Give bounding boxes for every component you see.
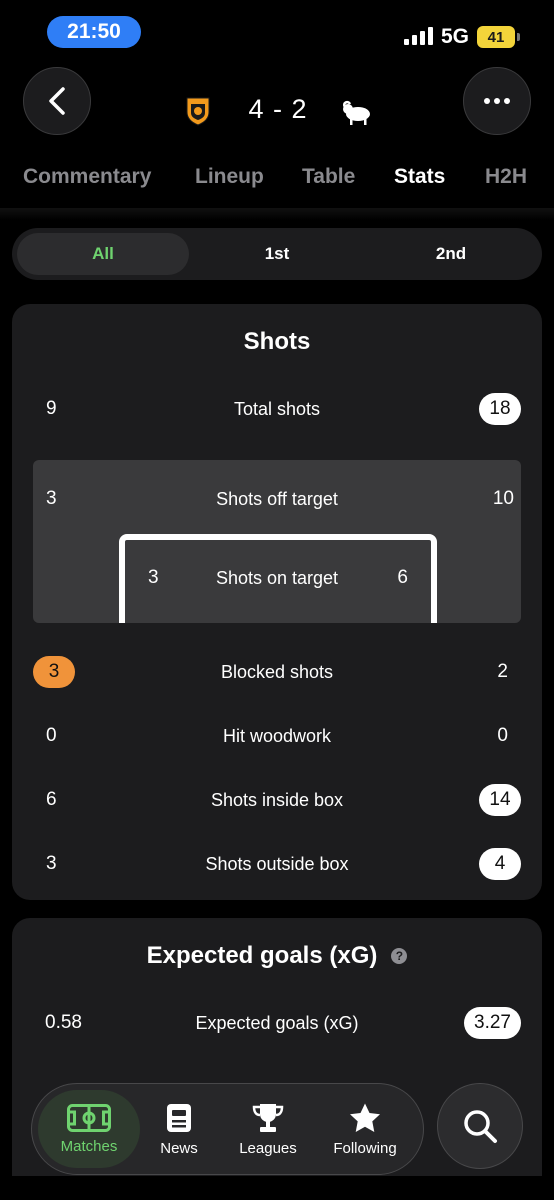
stat-row-shots-outside-box: 3 Shots outside box 4	[12, 845, 542, 885]
trophy-icon	[252, 1103, 284, 1132]
shots-on-target-away: 6	[397, 567, 408, 588]
tab-stats[interactable]: Stats	[394, 165, 445, 189]
period-all-button[interactable]: All	[17, 233, 189, 275]
shots-outside-box-away: 4	[479, 848, 521, 880]
tab-h2h[interactable]: H2H	[485, 165, 527, 189]
help-icon[interactable]: ?	[391, 948, 408, 964]
total-shots-away: 18	[479, 393, 521, 425]
period-second-half-button[interactable]: 2nd	[365, 233, 537, 275]
hit-woodwork-label: Hit woodwork	[222, 726, 332, 746]
battery-level: 41	[487, 28, 505, 46]
tab-lineup[interactable]: Lineup	[195, 165, 264, 189]
blocked-shots-label: Blocked shots	[220, 662, 334, 682]
pitch-icon	[67, 1103, 111, 1132]
battery-icon: 41	[477, 26, 520, 48]
shots-inside-box-label: Shots inside box	[210, 790, 344, 810]
nav-leagues[interactable]: Leagues	[226, 1090, 310, 1168]
tab-table[interactable]: Table	[302, 165, 355, 189]
nav-matches-label: Matches	[60, 1137, 118, 1155]
search-button[interactable]	[437, 1083, 523, 1169]
blocked-shots-away: 2	[497, 661, 508, 682]
nav-matches[interactable]: Matches	[38, 1090, 140, 1168]
expected-goals-label: Expected goals (xG)	[195, 1013, 359, 1033]
bottom-safe-area	[0, 1176, 554, 1200]
shots-title: Shots	[243, 328, 311, 355]
match-score-header: 4 - 2	[180, 90, 380, 134]
shots-card: Shots 9 Total shots 18 3 Shots off targe…	[12, 304, 542, 900]
hull-city-crest-icon	[186, 97, 210, 126]
stat-row-shots-inside-box: 6 Shots inside box 14	[12, 781, 542, 821]
shot-target-graphic: 3 Shots off target 10 3 Shots on target …	[33, 460, 521, 623]
xg-title: Expected goals (xG)	[146, 942, 378, 969]
chevron-left-icon	[49, 87, 65, 115]
stat-row-shots-off-target: 3 Shots off target 10	[33, 480, 521, 520]
match-tabs: Commentary Lineup Table Stats H2H	[0, 165, 554, 205]
stat-row-total-shots: 9 Total shots 18	[12, 390, 542, 430]
status-bar: 21:50 5G 41	[0, 0, 554, 64]
stat-row-blocked-shots: 3 Blocked shots 2	[12, 653, 542, 693]
nav-following[interactable]: Following	[320, 1090, 410, 1168]
shots-inside-box-away: 14	[479, 784, 521, 816]
shots-outside-box-label: Shots outside box	[205, 854, 349, 874]
nav-news[interactable]: News	[146, 1090, 212, 1168]
stat-row-hit-woodwork: 0 Hit woodwork 0	[12, 717, 542, 757]
more-options-button[interactable]	[463, 67, 531, 135]
back-button[interactable]	[23, 67, 91, 135]
cellular-signal-icon	[404, 27, 433, 45]
shots-on-target-label: Shots on target	[215, 568, 339, 588]
status-time: 21:50	[47, 16, 141, 48]
more-dots-icon	[484, 98, 510, 104]
derby-ram-crest-icon	[342, 100, 370, 125]
search-icon	[464, 1110, 497, 1143]
period-selector: All 1st 2nd	[12, 228, 542, 280]
network-type: 5G	[441, 25, 470, 48]
stat-row-expected-goals: 0.58 Expected goals (xG) 3.27	[12, 1004, 542, 1044]
nav-following-label: Following	[333, 1139, 397, 1157]
xg-title-row: Expected goals (xG)?	[12, 942, 542, 970]
hit-woodwork-away: 0	[497, 725, 508, 746]
news-icon	[167, 1103, 191, 1132]
tab-commentary[interactable]: Commentary	[23, 165, 151, 189]
stat-row-shots-on-target: 3 Shots on target 6	[33, 559, 521, 599]
shots-off-target-away: 10	[492, 488, 514, 509]
expected-goals-away: 3.27	[464, 1007, 521, 1039]
tabs-divider	[0, 208, 554, 220]
nav-leagues-label: Leagues	[239, 1139, 297, 1157]
bottom-navigation: Matches News Leagues Following	[31, 1083, 424, 1175]
nav-news-label: News	[160, 1139, 198, 1157]
total-shots-label: Total shots	[233, 399, 321, 419]
match-score: 4 - 2	[248, 94, 308, 124]
shots-off-target-label: Shots off target	[216, 489, 338, 509]
period-first-half-button[interactable]: 1st	[192, 233, 362, 275]
star-icon	[350, 1103, 380, 1132]
